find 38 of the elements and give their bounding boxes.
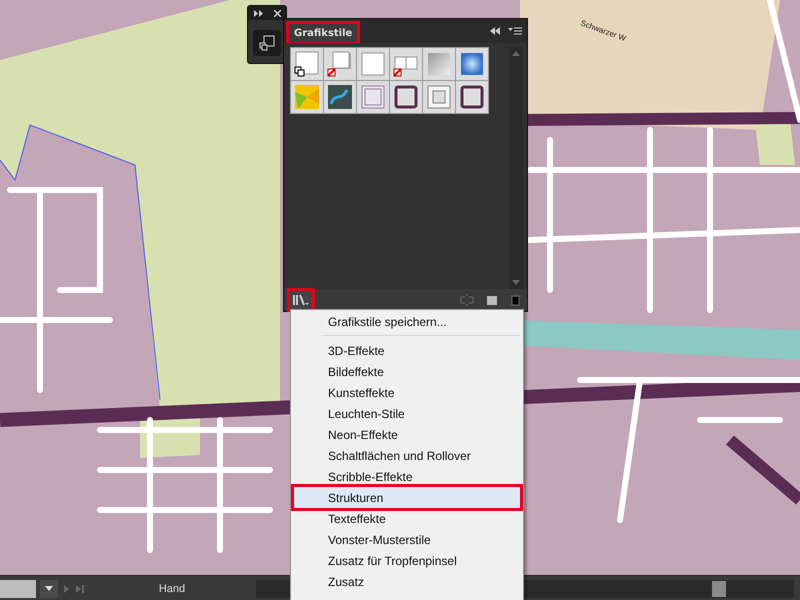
- styles-icon: [259, 35, 275, 51]
- menu-item[interactable]: Bildeffekte: [294, 361, 520, 382]
- vertical-scrollbar[interactable]: [509, 47, 523, 289]
- trash-icon[interactable]: [510, 294, 521, 306]
- menu-item[interactable]: Strukturen: [294, 487, 520, 508]
- graphic-styles-panel-button[interactable]: [253, 30, 281, 56]
- bevel-gradient-swatch[interactable]: [426, 51, 452, 77]
- panel-menu-icon[interactable]: [508, 27, 522, 35]
- radial-gradient-swatch[interactable]: [459, 51, 485, 77]
- thick-frame-swatch[interactable]: [393, 84, 419, 110]
- menu-item[interactable]: Kunsteffekte: [294, 382, 520, 403]
- menu-item[interactable]: Schaltflächen und Rollover: [294, 445, 520, 466]
- swirl-texture-swatch[interactable]: [327, 84, 353, 110]
- menu-item[interactable]: Grafikstile speichern...: [294, 311, 520, 332]
- drop-shadow-swatch[interactable]: [327, 51, 353, 77]
- zoom-field[interactable]: [0, 580, 36, 598]
- plain-style-swatch[interactable]: [360, 51, 386, 77]
- collapse-icon[interactable]: [490, 27, 500, 35]
- panel-tab[interactable]: Grafikstile: [288, 23, 358, 43]
- menu-item[interactable]: Zusatz für Tropfenpinsel: [294, 550, 520, 571]
- menu-item[interactable]: Vonster-Musterstile: [294, 529, 520, 550]
- default-style-swatch[interactable]: [294, 51, 320, 77]
- expand-icon[interactable]: [254, 10, 262, 16]
- double-frame-swatch[interactable]: [426, 84, 452, 110]
- current-tool-label: Hand: [158, 582, 186, 594]
- menu-item[interactable]: Leuchten-Stile: [294, 403, 520, 424]
- menu-item[interactable]: Texteffekte: [294, 508, 520, 529]
- close-icon[interactable]: [274, 10, 280, 16]
- menu-item[interactable]: Scribble-Effekte: [294, 466, 520, 487]
- flower-texture-swatch[interactable]: [294, 84, 320, 110]
- thin-frame-swatch[interactable]: [360, 84, 386, 110]
- thick-frame-swatch[interactable]: [459, 84, 485, 110]
- library-menu-button[interactable]: [290, 291, 312, 309]
- scroll-up-icon[interactable]: [512, 51, 520, 56]
- new-style-icon[interactable]: [486, 294, 498, 306]
- menu-item[interactable]: Neon-Effekte: [294, 424, 520, 445]
- menu-item[interactable]: 3D-Effekte: [294, 340, 520, 361]
- scroll-down-icon[interactable]: [512, 280, 520, 285]
